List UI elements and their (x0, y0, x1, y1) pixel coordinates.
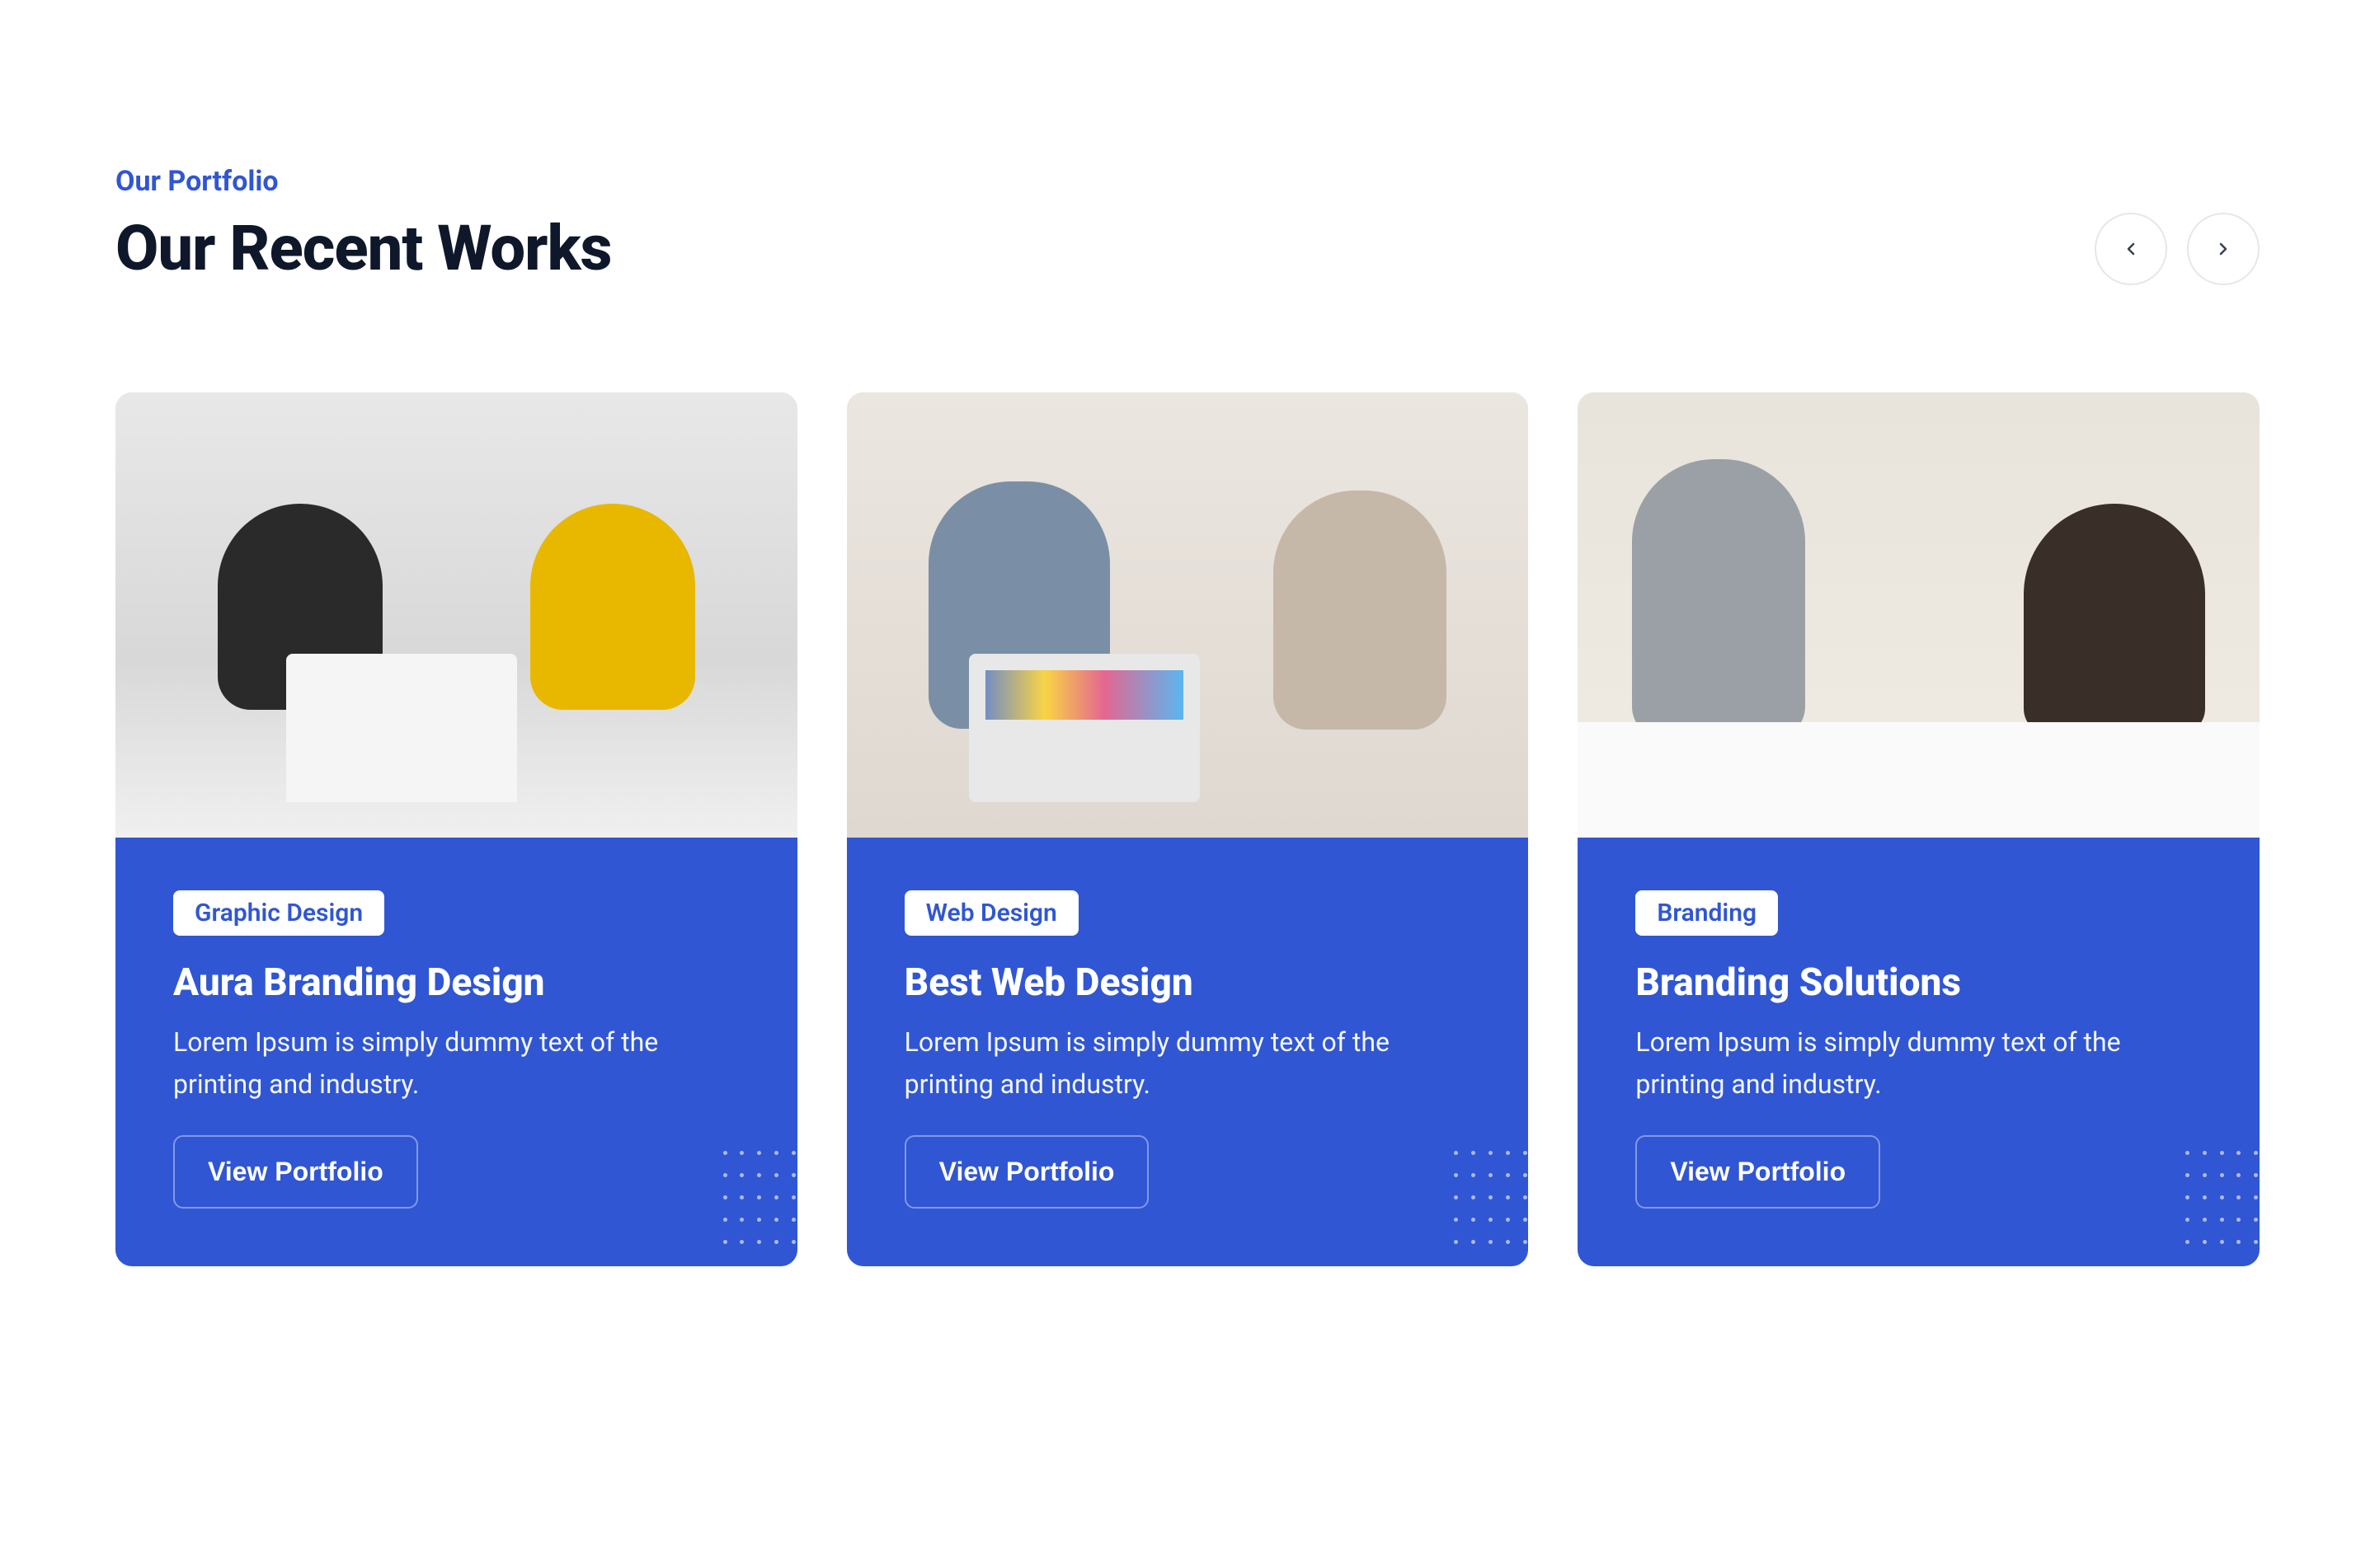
decorative-dots (723, 1151, 797, 1258)
card-title: Best Web Design (905, 960, 1471, 1005)
chevron-right-icon (2213, 239, 2233, 259)
portfolio-header: Our Portfolio Our Recent Works (115, 165, 2260, 285)
view-portfolio-button[interactable]: View Portfolio (1635, 1135, 1880, 1209)
card-content: Web Design Best Web Design Lorem Ipsum i… (847, 838, 1529, 1266)
section-subtitle: Our Portfolio (115, 165, 612, 198)
category-badge: Branding (1635, 890, 1778, 936)
card-image (847, 392, 1529, 838)
card-content: Graphic Design Aura Branding Design Lore… (115, 838, 797, 1266)
portfolio-card: Branding Branding Solutions Lorem Ipsum … (1578, 392, 2260, 1266)
portfolio-card: Web Design Best Web Design Lorem Ipsum i… (847, 392, 1529, 1266)
next-button[interactable] (2187, 213, 2260, 285)
card-description: Lorem Ipsum is simply dummy text of the … (173, 1021, 740, 1106)
view-portfolio-button[interactable]: View Portfolio (173, 1135, 418, 1209)
decorative-dots (1454, 1151, 1528, 1258)
view-portfolio-button[interactable]: View Portfolio (905, 1135, 1150, 1209)
card-image (115, 392, 797, 838)
portfolio-card: Graphic Design Aura Branding Design Lore… (115, 392, 797, 1266)
chevron-left-icon (2121, 239, 2141, 259)
portfolio-cards: Graphic Design Aura Branding Design Lore… (115, 392, 2260, 1266)
card-image (1578, 392, 2260, 838)
prev-button[interactable] (2095, 213, 2167, 285)
card-description: Lorem Ipsum is simply dummy text of the … (1635, 1021, 2202, 1106)
category-badge: Graphic Design (173, 890, 384, 936)
category-badge: Web Design (905, 890, 1079, 936)
card-title: Aura Branding Design (173, 960, 740, 1005)
carousel-nav (2095, 213, 2260, 285)
card-description: Lorem Ipsum is simply dummy text of the … (905, 1021, 1471, 1106)
decorative-dots (2185, 1151, 2260, 1258)
header-text-group: Our Portfolio Our Recent Works (115, 165, 612, 285)
card-title: Branding Solutions (1635, 960, 2202, 1005)
card-content: Branding Branding Solutions Lorem Ipsum … (1578, 838, 2260, 1266)
section-title: Our Recent Works (115, 211, 612, 285)
